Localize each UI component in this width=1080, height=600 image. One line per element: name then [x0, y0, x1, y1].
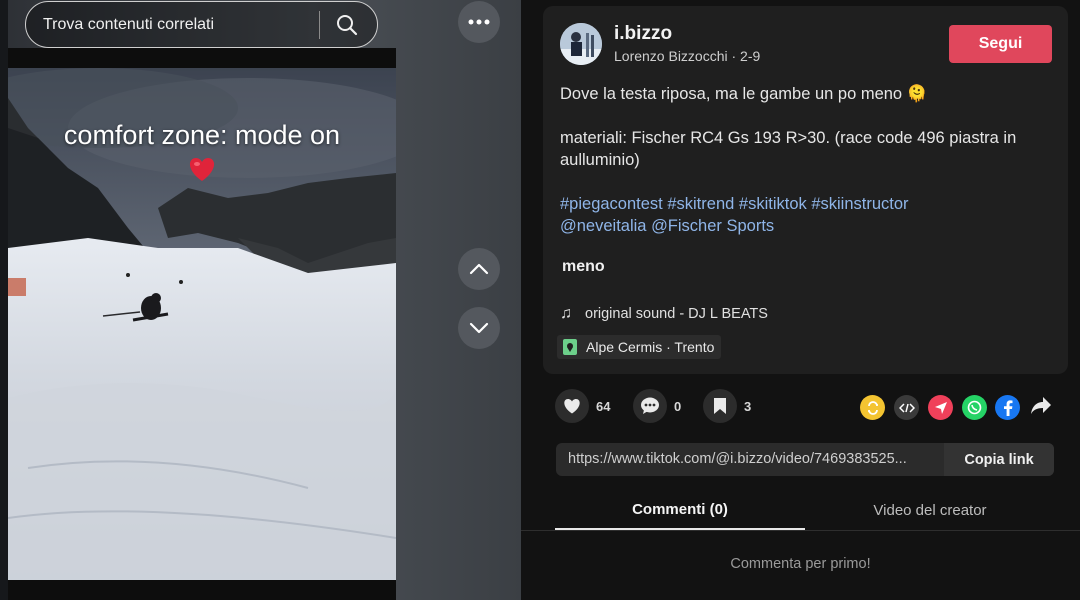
share-link-box: https://www.tiktok.com/@i.bizzo/video/74… [556, 443, 1054, 476]
video-column: Trova contenuti correlati comfort zone: … [0, 0, 521, 600]
video-player[interactable]: comfort zone: mode on [8, 68, 396, 580]
copy-link-button[interactable]: Copia link [944, 443, 1054, 476]
facebook-icon[interactable] [995, 395, 1020, 420]
video-letterbox-top [8, 48, 396, 68]
author-subline: Lorenzo Bizzocchi · 2-9 [614, 48, 761, 64]
send-icon[interactable] [928, 395, 953, 420]
chevron-up-icon[interactable] [458, 248, 500, 290]
mention-link[interactable]: @neveitalia [560, 217, 646, 235]
mention-link[interactable]: @Fischer Sports [651, 217, 774, 235]
location-label[interactable]: Alpe Cermis · Trento [586, 339, 714, 355]
comment-count: 0 [674, 398, 682, 414]
hashtag-block: #piegacontest #skitrend #skitiktok #skii… [560, 193, 1050, 237]
like-count: 64 [596, 398, 611, 414]
empty-comments-message: Commenta per primo! [730, 556, 871, 572]
tab-bar: Commenti (0) Video del creator [521, 490, 1080, 531]
author-username[interactable]: i.bizzo [614, 23, 672, 45]
avatar[interactable] [560, 23, 602, 65]
post-info-card: i.bizzo Lorenzo Bizzocchi · 2-9 Segui Do… [543, 6, 1068, 374]
description-line: Dove la testa riposa, ma le gambe un po … [560, 85, 928, 103]
hashtag-link[interactable]: #skitiktok [739, 195, 807, 213]
search-icon[interactable] [335, 13, 359, 37]
embed-icon[interactable] [894, 395, 919, 420]
whatsapp-icon[interactable] [962, 395, 987, 420]
location-pin-icon [563, 339, 577, 355]
video-letterbox-bottom [8, 580, 396, 600]
forward-icon[interactable] [1030, 395, 1054, 419]
comment-icon[interactable] [633, 389, 667, 423]
location-chip[interactable]: Alpe Cermis · Trento [557, 335, 722, 359]
like-action[interactable]: 64 [555, 389, 610, 423]
hashtag-link[interactable]: #piegacontest [560, 195, 663, 213]
bookmark-icon[interactable] [703, 389, 737, 423]
show-less-link[interactable]: meno [562, 258, 605, 276]
hashtag-link[interactable]: #skitrend [667, 195, 734, 213]
share-link-url[interactable]: https://www.tiktok.com/@i.bizzo/video/74… [568, 451, 942, 467]
details-panel: i.bizzo Lorenzo Bizzocchi · 2-9 Segui Do… [521, 0, 1080, 600]
video-caption: comfort zone: mode on [63, 120, 341, 150]
repost-icon[interactable] [860, 395, 885, 420]
more-options-icon[interactable] [458, 1, 500, 43]
search-divider [319, 10, 320, 39]
description-materials: materiali: Fischer RC4 Gs 193 R>30. (rac… [560, 129, 1017, 169]
music-note-icon: ♫ [560, 305, 572, 322]
left-edge-strip [0, 0, 8, 600]
tab-comments[interactable]: Commenti (0) [555, 490, 805, 530]
hashtag-link[interactable]: #skiinstructor [811, 195, 908, 213]
comment-action[interactable]: 0 [633, 389, 681, 423]
heart-emoji-icon [188, 156, 216, 182]
search-input[interactable]: Trova contenuti correlati [43, 16, 319, 34]
music-label[interactable]: original sound - DJ L BEATS [585, 306, 768, 322]
save-action[interactable]: 3 [703, 389, 751, 423]
music-row[interactable]: ♫ original sound - DJ L BEATS [560, 305, 768, 323]
follow-button[interactable]: Segui [949, 25, 1052, 63]
tab-creator-videos[interactable]: Video del creator [805, 490, 1055, 530]
save-count: 3 [744, 398, 752, 414]
related-search-bar[interactable]: Trova contenuti correlati [25, 1, 378, 48]
heart-icon[interactable] [555, 389, 589, 423]
chevron-down-icon[interactable] [458, 307, 500, 349]
